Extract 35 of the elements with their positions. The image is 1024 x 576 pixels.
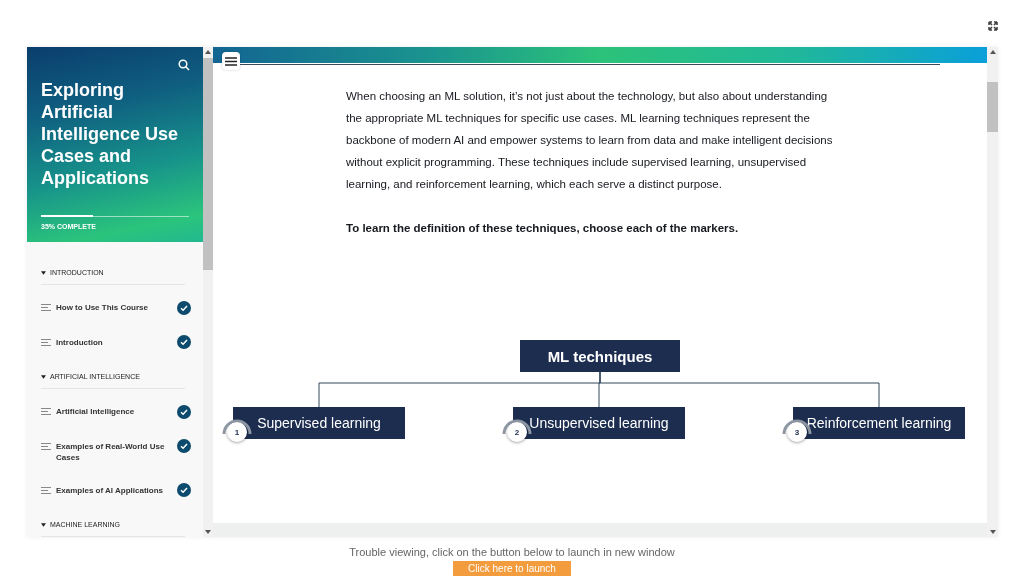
root-node: ML techniques [520, 340, 680, 372]
text-lines-icon [41, 486, 51, 494]
expand-icon[interactable] [988, 20, 998, 31]
lesson-item[interactable]: Examples of Real-World Use Cases [27, 429, 203, 474]
menu-icon [225, 56, 237, 66]
lesson-title: How to Use This Course [56, 302, 149, 313]
menu-button[interactable] [222, 52, 240, 70]
lesson-item[interactable]: How to Use This Course [27, 291, 203, 326]
lesson-title: Introduction [56, 336, 104, 348]
marker-button[interactable]: 3 [787, 422, 807, 442]
marker-button[interactable]: 1 [227, 422, 247, 442]
scroll-down-icon[interactable] [989, 530, 996, 534]
text-lines-icon [41, 304, 51, 311]
instruction-text: To learn the definition of these techniques, choose each of the markers. [346, 221, 740, 236]
scroll-up-icon[interactable] [989, 50, 996, 54]
lesson-title: Examples of AI Applications [56, 484, 164, 496]
scrollbar-thumb[interactable] [203, 58, 213, 270]
course-title: Exploring Artificial Intelligence Use Cases and Applications [41, 79, 180, 189]
text-lines-icon [41, 442, 51, 450]
lesson-paragraph: When choosing an ML solution, it’s not just about the technology, but also about understanding the appropriate ML techniques for specific use cases. ML learning techniques represent the backbone of modern AI and empower systems to learn from data and make intelligent decisions without explicit programming. These techniques include supervised learning, unsupervised learning, and reinforcement learning, which each serve a distinct purpose. [346, 89, 834, 192]
scrollbar-thumb[interactable] [987, 82, 998, 132]
scroll-down-icon[interactable] [205, 530, 211, 534]
search-icon[interactable] [178, 59, 190, 71]
trouble-notice: Trouble viewing, click on the button below to launch in new window [348, 545, 676, 559]
scroll-up-icon[interactable] [205, 50, 211, 54]
marker-ring-icon [222, 419, 252, 434]
marker-ring-icon [502, 419, 532, 434]
text-lines-icon [41, 338, 51, 346]
lesson-item[interactable]: Artificial Intelligence [27, 395, 203, 430]
lesson-title: Artificial Intelligence [56, 406, 136, 417]
lesson-item[interactable]: Introduction [27, 325, 203, 360]
marker-button[interactable]: 2 [507, 422, 527, 442]
text-lines-icon [41, 408, 51, 415]
lesson-item[interactable]: Examples of AI Applications [27, 473, 203, 508]
lesson-title: Examples of Real-World Use Cases [56, 440, 166, 463]
